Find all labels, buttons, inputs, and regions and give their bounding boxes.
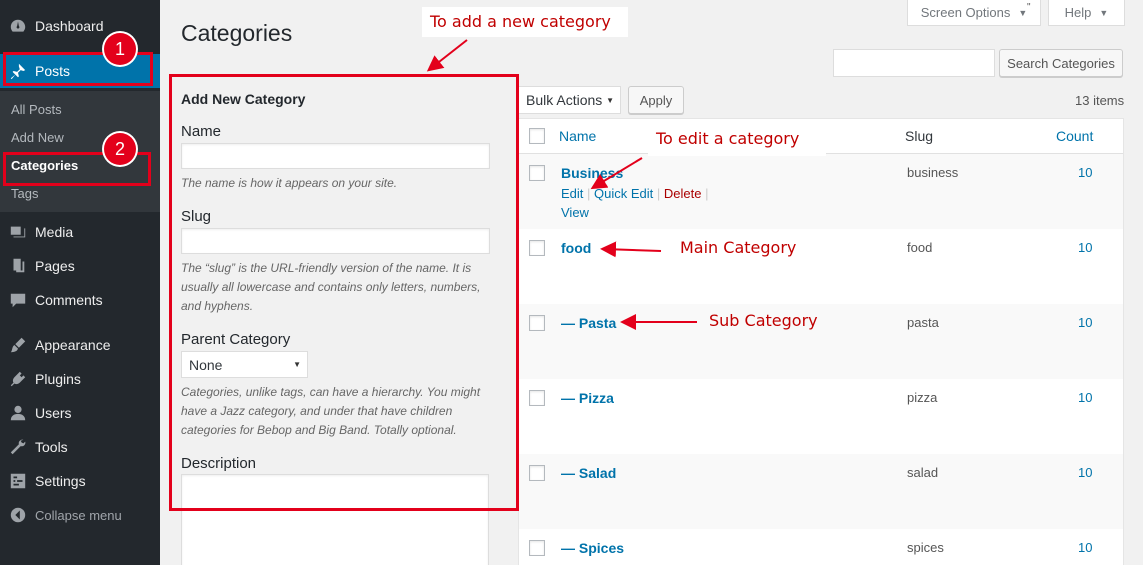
arrow-to-form xyxy=(426,39,468,72)
arrow-to-edit xyxy=(590,157,643,190)
arrow-to-main xyxy=(600,241,662,258)
annotation-arrows xyxy=(426,39,697,330)
